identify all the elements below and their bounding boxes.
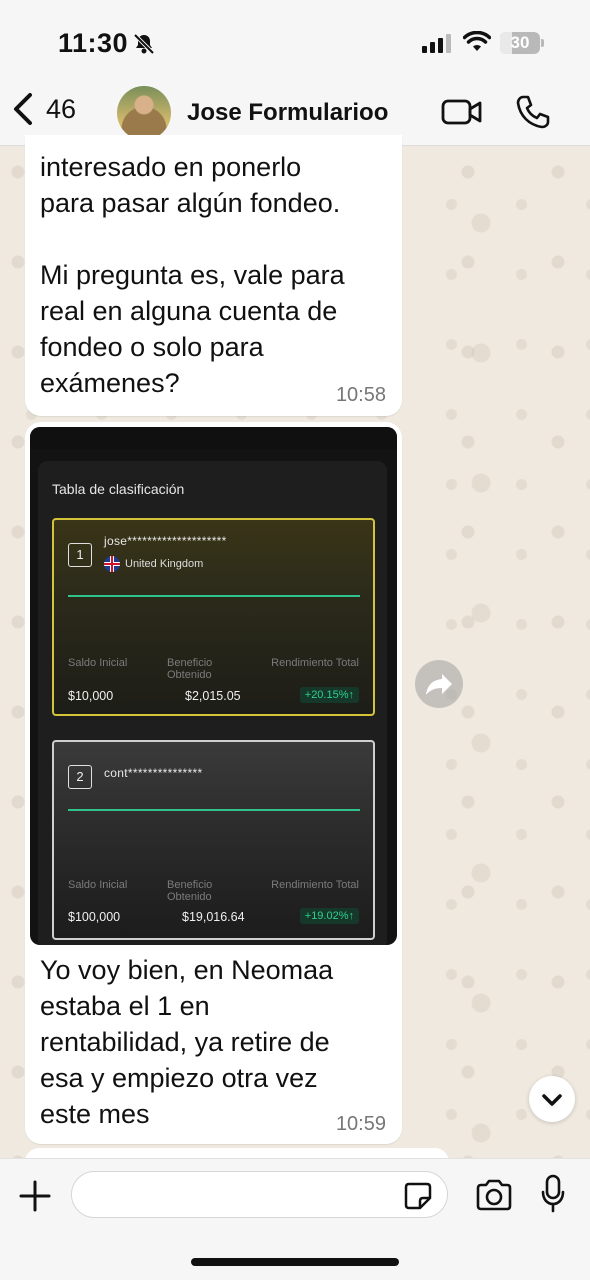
battery-icon: 30 bbox=[500, 32, 540, 54]
value-initial: $100,000 bbox=[68, 910, 121, 924]
rank-username: jose******************** bbox=[104, 534, 227, 548]
label-profit: Beneficio Obtenido bbox=[167, 657, 213, 681]
forward-icon bbox=[426, 674, 452, 695]
status-bar: 11:30 30 bbox=[0, 0, 590, 88]
rank-username: cont*************** bbox=[104, 766, 203, 780]
label-profit: Beneficio Obtenido bbox=[167, 879, 213, 903]
message-input[interactable] bbox=[71, 1171, 448, 1218]
message-text: Yo voy bien, en Neomaa estaba el 1 en re… bbox=[40, 955, 334, 1129]
unread-count: 46 bbox=[46, 93, 77, 124]
wifi-icon bbox=[463, 31, 491, 51]
status-time: 11:30 bbox=[58, 28, 129, 58]
scroll-to-bottom-button[interactable] bbox=[529, 1076, 575, 1122]
value-profit: $19,016.64 bbox=[182, 910, 245, 924]
leaderboard-entry: 1 jose******************** United Kingdo… bbox=[52, 518, 375, 716]
value-profit: $2,015.05 bbox=[185, 689, 241, 703]
label-initial: Saldo Inicial bbox=[68, 657, 128, 669]
value-initial: $10,000 bbox=[68, 689, 114, 703]
performance-line bbox=[68, 595, 360, 597]
shared-image[interactable]: Tabla de clasificación 1 jose***********… bbox=[30, 427, 397, 945]
back-button[interactable]: 46 bbox=[10, 92, 76, 126]
image-message-bubble[interactable]: Tabla de clasificación 1 jose***********… bbox=[25, 422, 402, 1144]
contact-name[interactable]: Jose Formularioo bbox=[187, 99, 388, 127]
chevron-down-icon bbox=[542, 1094, 562, 1106]
phone-call-icon[interactable] bbox=[515, 94, 551, 130]
avatar[interactable] bbox=[117, 86, 171, 140]
message-time: 10:59 bbox=[335, 1113, 386, 1135]
label-initial: Saldo Inicial bbox=[68, 879, 128, 891]
message-time: 10:58 bbox=[335, 384, 386, 406]
performance-line bbox=[68, 809, 360, 811]
rank-number: 2 bbox=[68, 765, 92, 789]
rank-number: 1 bbox=[68, 543, 92, 567]
leaderboard-title: Tabla de clasificación bbox=[52, 481, 185, 497]
microphone-icon[interactable] bbox=[540, 1174, 566, 1214]
back-chevron-icon bbox=[14, 93, 32, 125]
value-return: +20.15%↑ bbox=[299, 687, 359, 703]
video-call-icon[interactable] bbox=[441, 97, 483, 127]
label-return: Rendimiento Total bbox=[271, 879, 359, 891]
image-top-bar bbox=[30, 427, 397, 449]
leaderboard-entry: 2 cont*************** Saldo Inicial Bene… bbox=[52, 740, 375, 940]
signal-icon bbox=[422, 34, 451, 53]
sticker-icon[interactable] bbox=[403, 1181, 433, 1211]
leaderboard-panel: Tabla de clasificación 1 jose***********… bbox=[38, 461, 387, 945]
uk-flag-icon bbox=[104, 556, 120, 572]
message-text: interesado en ponerlo para pasar algún f… bbox=[40, 152, 345, 398]
camera-icon[interactable] bbox=[475, 1179, 513, 1211]
battery-percent: 30 bbox=[510, 33, 530, 52]
plus-icon[interactable] bbox=[18, 1179, 52, 1213]
home-indicator bbox=[191, 1258, 399, 1266]
forward-button[interactable] bbox=[415, 660, 463, 708]
value-return: +19.02%↑ bbox=[299, 908, 359, 924]
battery-cap bbox=[541, 39, 544, 47]
label-return: Rendimiento Total bbox=[271, 657, 359, 669]
bell-slash-icon bbox=[133, 33, 155, 55]
message-bubble[interactable]: interesado en ponerlo para pasar algún f… bbox=[25, 135, 402, 416]
rank-country: United Kingdom bbox=[125, 558, 204, 570]
